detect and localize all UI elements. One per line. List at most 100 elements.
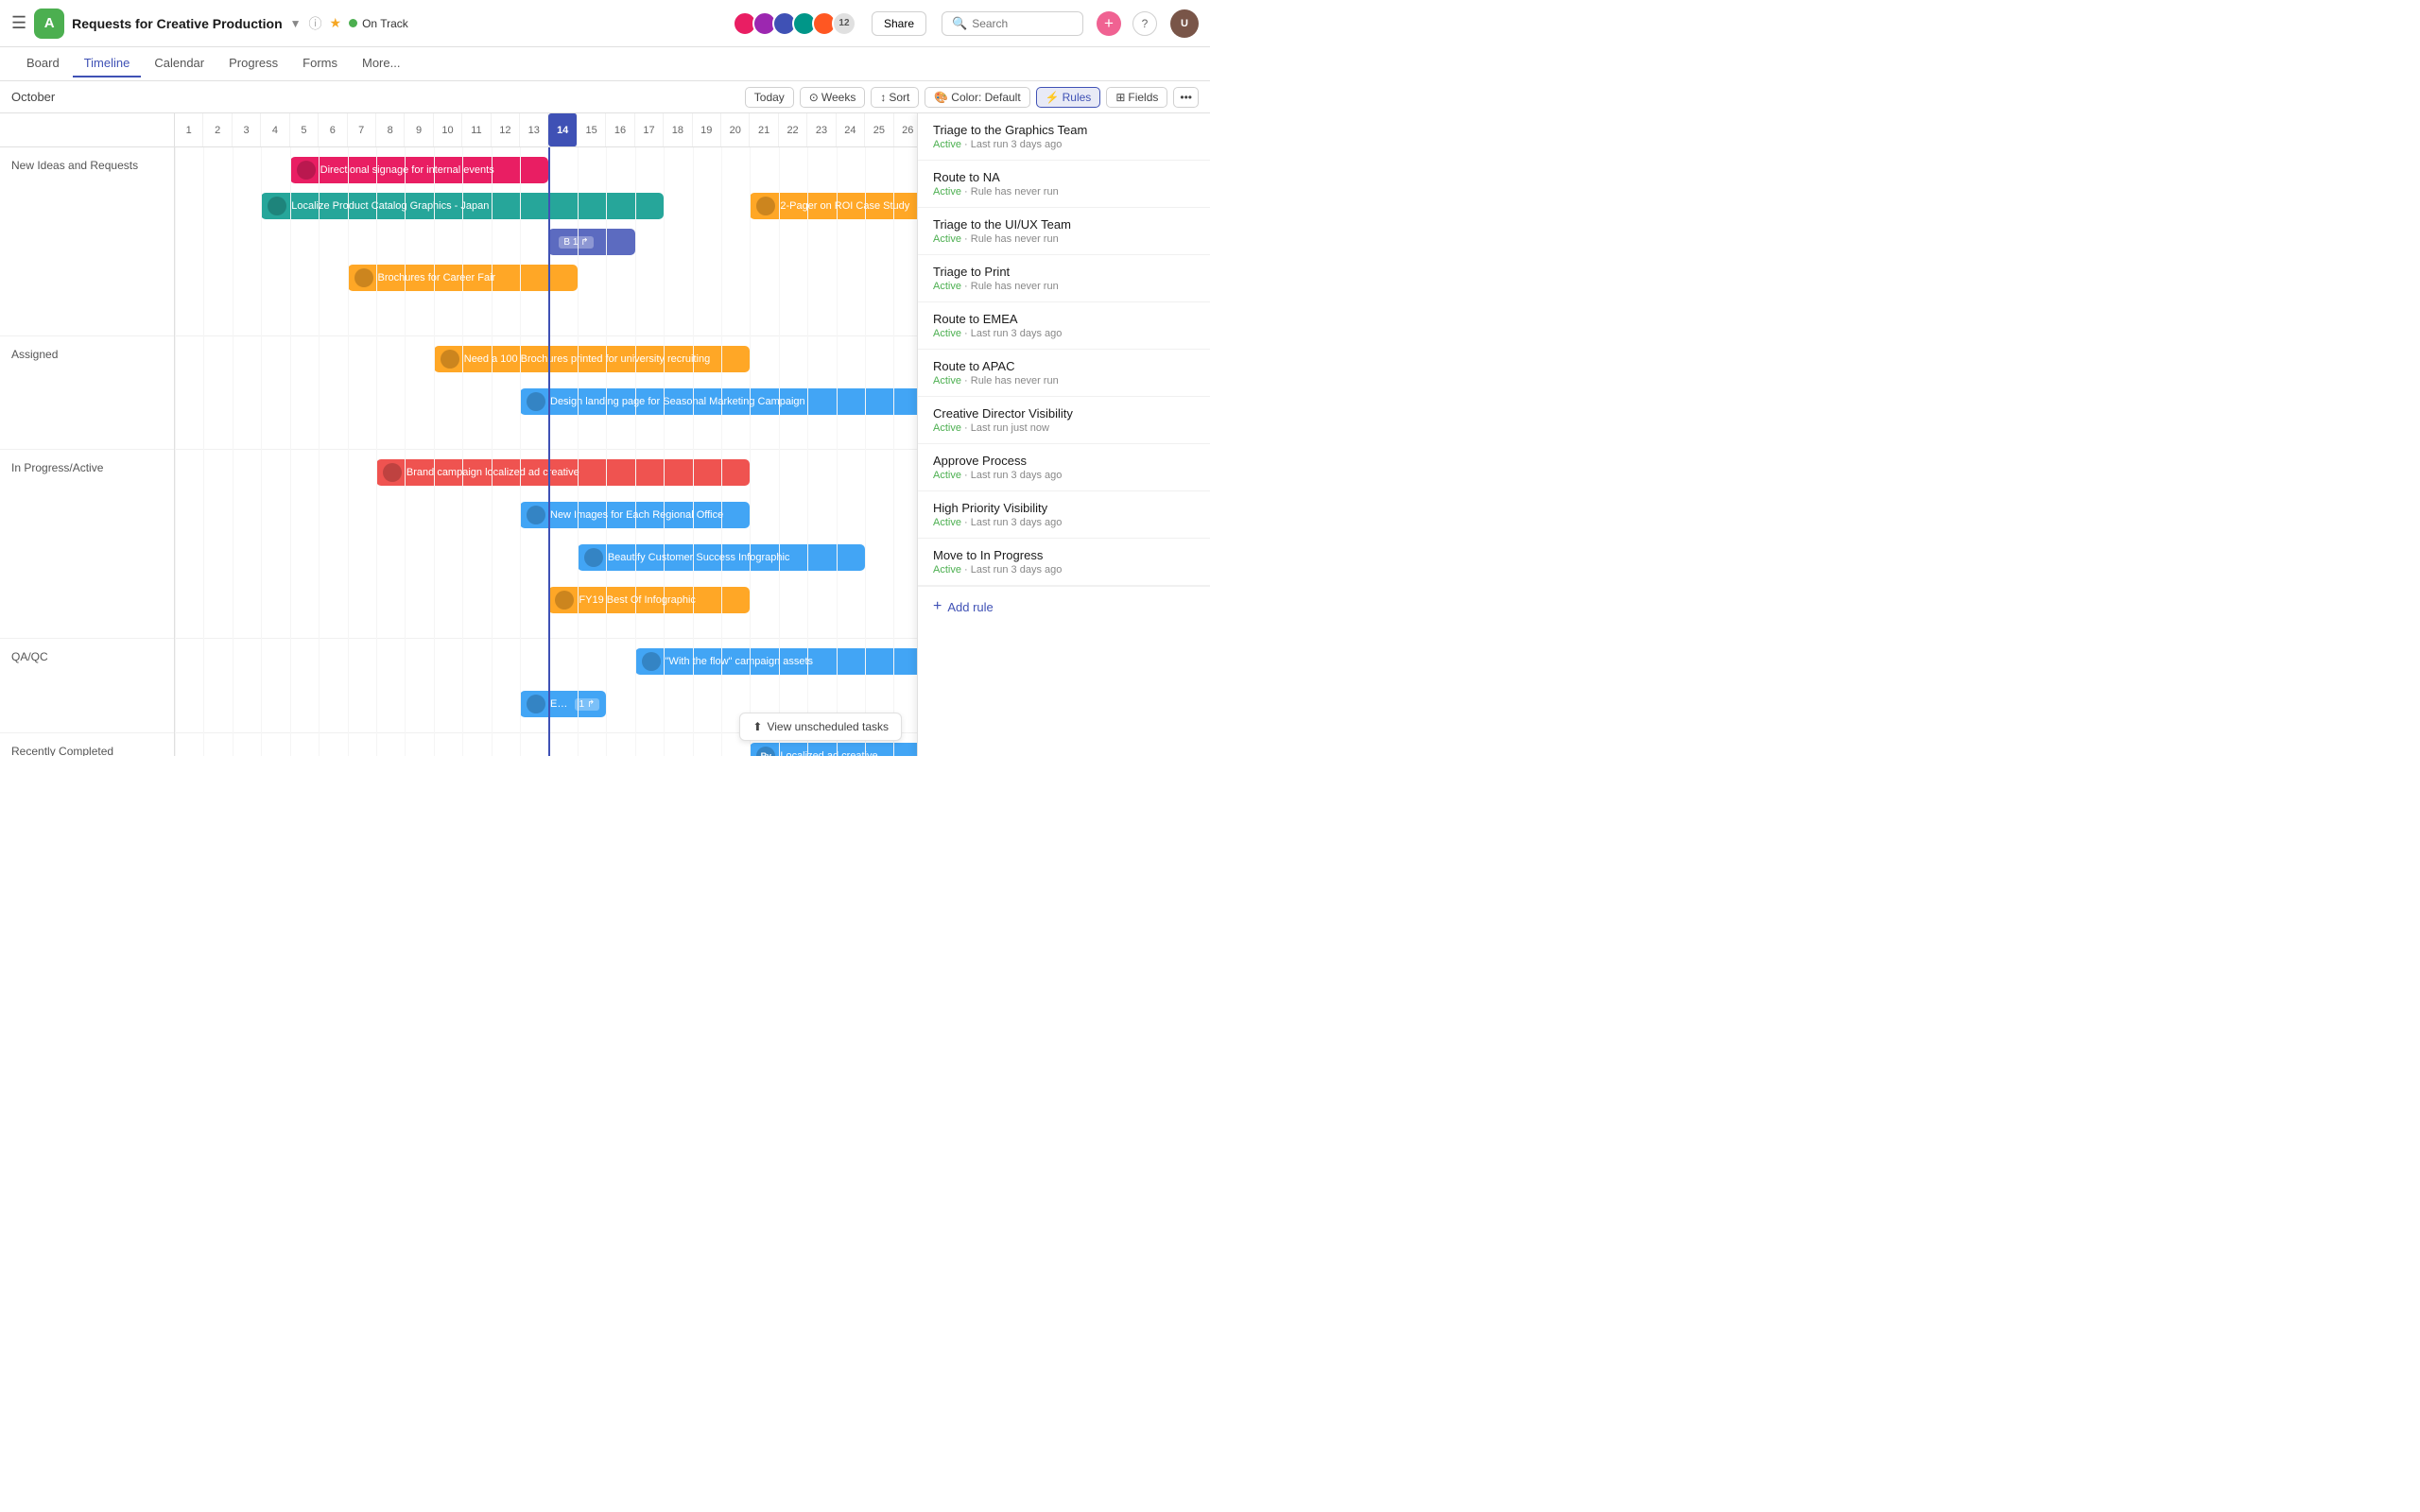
avatar-count: 12 xyxy=(832,11,856,36)
date-cell-5: 5 xyxy=(290,113,319,146)
task-bar[interactable]: FY19 Best Of Infographic xyxy=(548,587,750,613)
rule-status: Active · Rule has never run xyxy=(933,281,1195,292)
task-bar[interactable]: B 1 ↱ xyxy=(548,229,634,255)
rule-status: Active · Last run 3 days ago xyxy=(933,470,1195,481)
rule-item[interactable]: Creative Director Visibility Active · La… xyxy=(918,397,1210,444)
rules-panel: Triage to the Graphics Team Active · Las… xyxy=(917,113,1210,756)
task-bar[interactable]: New Images for Each Regional Office xyxy=(520,502,750,528)
rule-status: Active · Rule has never run xyxy=(933,233,1195,245)
date-cell-13: 13 xyxy=(520,113,548,146)
rule-status: Active · Last run 3 days ago xyxy=(933,517,1195,528)
weeks-button[interactable]: ⊙Weeks xyxy=(800,87,866,108)
task-bar[interactable]: Need a 100 Brochures printed for univers… xyxy=(434,346,751,372)
add-rule-button[interactable]: + Add rule xyxy=(918,586,1210,627)
date-cell-19: 19 xyxy=(693,113,721,146)
rule-name: Creative Director Visibility xyxy=(933,406,1195,421)
tab-forms[interactable]: Forms xyxy=(291,50,349,77)
help-button[interactable]: ? xyxy=(1132,11,1157,36)
menu-icon[interactable]: ☰ xyxy=(11,13,26,33)
tab-calendar[interactable]: Calendar xyxy=(143,50,216,77)
date-cell-7: 7 xyxy=(348,113,376,146)
status-text: On Track xyxy=(362,17,408,30)
rule-status: Active · Last run just now xyxy=(933,422,1195,434)
rules-button[interactable]: ⚡Rules xyxy=(1036,87,1101,108)
date-cell-12: 12 xyxy=(492,113,520,146)
rule-item[interactable]: Route to APAC Active · Rule has never ru… xyxy=(918,350,1210,397)
status-dot xyxy=(349,19,357,27)
date-cell-4: 4 xyxy=(261,113,289,146)
view-unscheduled-button[interactable]: ⬆ View unscheduled tasks xyxy=(739,713,902,741)
date-cell-10: 10 xyxy=(434,113,462,146)
row-label-recently-completed: Recently Completed xyxy=(0,733,174,756)
info-icon[interactable]: ⓘ xyxy=(309,14,322,33)
avatar-group: 12 xyxy=(733,11,856,36)
rule-name: Triage to the UI/UX Team xyxy=(933,217,1195,232)
task-bar[interactable]: Brochures for Career Fair xyxy=(348,265,578,291)
task-bar[interactable]: Localize Product Catalog Graphics - Japa… xyxy=(261,193,664,219)
tab-more[interactable]: More... xyxy=(351,50,411,77)
rule-name: Move to In Progress xyxy=(933,548,1195,562)
project-title: Requests for Creative Production xyxy=(72,16,283,31)
date-cell-24: 24 xyxy=(837,113,865,146)
tab-progress[interactable]: Progress xyxy=(217,50,289,77)
rule-name: Approve Process xyxy=(933,454,1195,468)
date-cell-11: 11 xyxy=(462,113,491,146)
row-label-assigned: Assigned xyxy=(0,336,174,450)
toolbar: October Today ⊙Weeks ↕Sort 🎨Color: Defau… xyxy=(0,81,1210,113)
date-cell-20: 20 xyxy=(721,113,750,146)
status-indicator: On Track xyxy=(349,17,408,30)
rule-name: Route to APAC xyxy=(933,359,1195,373)
rule-item[interactable]: Triage to the UI/UX Team Active · Rule h… xyxy=(918,208,1210,255)
task-bar[interactable]: Edit Graph...1 ↱ xyxy=(520,691,606,717)
rule-item[interactable]: Triage to Print Active · Rule has never … xyxy=(918,255,1210,302)
search-icon: 🔍 xyxy=(952,16,967,31)
date-cell-6: 6 xyxy=(319,113,347,146)
task-bar[interactable]: Beautify Customer Success Infographic xyxy=(578,544,865,571)
today-button[interactable]: Today xyxy=(745,87,794,108)
app-logo: A xyxy=(34,9,64,39)
unscheduled-icon: ⬆ xyxy=(752,720,762,733)
share-button[interactable]: Share xyxy=(872,11,926,36)
plus-icon: + xyxy=(933,598,942,615)
date-cell-3: 3 xyxy=(233,113,261,146)
user-avatar[interactable]: U xyxy=(1170,9,1199,38)
star-icon[interactable]: ★ xyxy=(330,15,342,31)
date-cell-9: 9 xyxy=(405,113,433,146)
tab-board[interactable]: Board xyxy=(15,50,71,77)
date-cell-15: 15 xyxy=(578,113,606,146)
rule-name: Triage to the Graphics Team xyxy=(933,123,1195,137)
rule-name: Route to NA xyxy=(933,170,1195,184)
rule-item[interactable]: Route to EMEA Active · Last run 3 days a… xyxy=(918,302,1210,350)
rule-name: Route to EMEA xyxy=(933,312,1195,326)
search-input[interactable] xyxy=(972,17,1073,30)
add-button[interactable]: + xyxy=(1097,11,1121,36)
task-bar[interactable]: "With the flow" campaign assets xyxy=(635,648,952,675)
rule-name: High Priority Visibility xyxy=(933,501,1195,515)
rule-item[interactable]: High Priority Visibility Active · Last r… xyxy=(918,491,1210,539)
tab-timeline[interactable]: Timeline xyxy=(73,50,142,77)
sort-button[interactable]: ↕Sort xyxy=(871,87,919,108)
rule-item[interactable]: Move to In Progress Active · Last run 3 … xyxy=(918,539,1210,586)
search-bar[interactable]: 🔍 xyxy=(942,11,1083,36)
month-label: October xyxy=(11,90,55,104)
rule-status: Active · Last run 3 days ago xyxy=(933,564,1195,576)
rule-item[interactable]: Approve Process Active · Last run 3 days… xyxy=(918,444,1210,491)
row-label-qa-qc: QA/QC xyxy=(0,639,174,733)
chevron-down-icon[interactable]: ▼ xyxy=(290,17,302,30)
row-label-new-ideas: New Ideas and Requests xyxy=(0,147,174,336)
date-cell-22: 22 xyxy=(779,113,807,146)
row-label-in-progress: In Progress/Active xyxy=(0,450,174,639)
rule-item[interactable]: Triage to the Graphics Team Active · Las… xyxy=(918,113,1210,161)
task-bar[interactable]: Brand campaign localized ad creative xyxy=(376,459,750,486)
date-cell-18: 18 xyxy=(664,113,692,146)
date-cell-17: 17 xyxy=(635,113,664,146)
task-bar[interactable]: Directional signage for internal events xyxy=(290,157,549,183)
fields-button[interactable]: ⊞Fields xyxy=(1106,87,1167,108)
main-content: New Ideas and Requests Assigned In Progr… xyxy=(0,113,1210,756)
color-button[interactable]: 🎨Color: Default xyxy=(925,87,1029,108)
more-options-button[interactable]: ••• xyxy=(1173,87,1199,108)
rule-status: Active · Rule has never run xyxy=(933,375,1195,387)
rule-item[interactable]: Route to NA Active · Rule has never run xyxy=(918,161,1210,208)
date-cell-21: 21 xyxy=(750,113,778,146)
rule-status: Active · Last run 3 days ago xyxy=(933,139,1195,150)
